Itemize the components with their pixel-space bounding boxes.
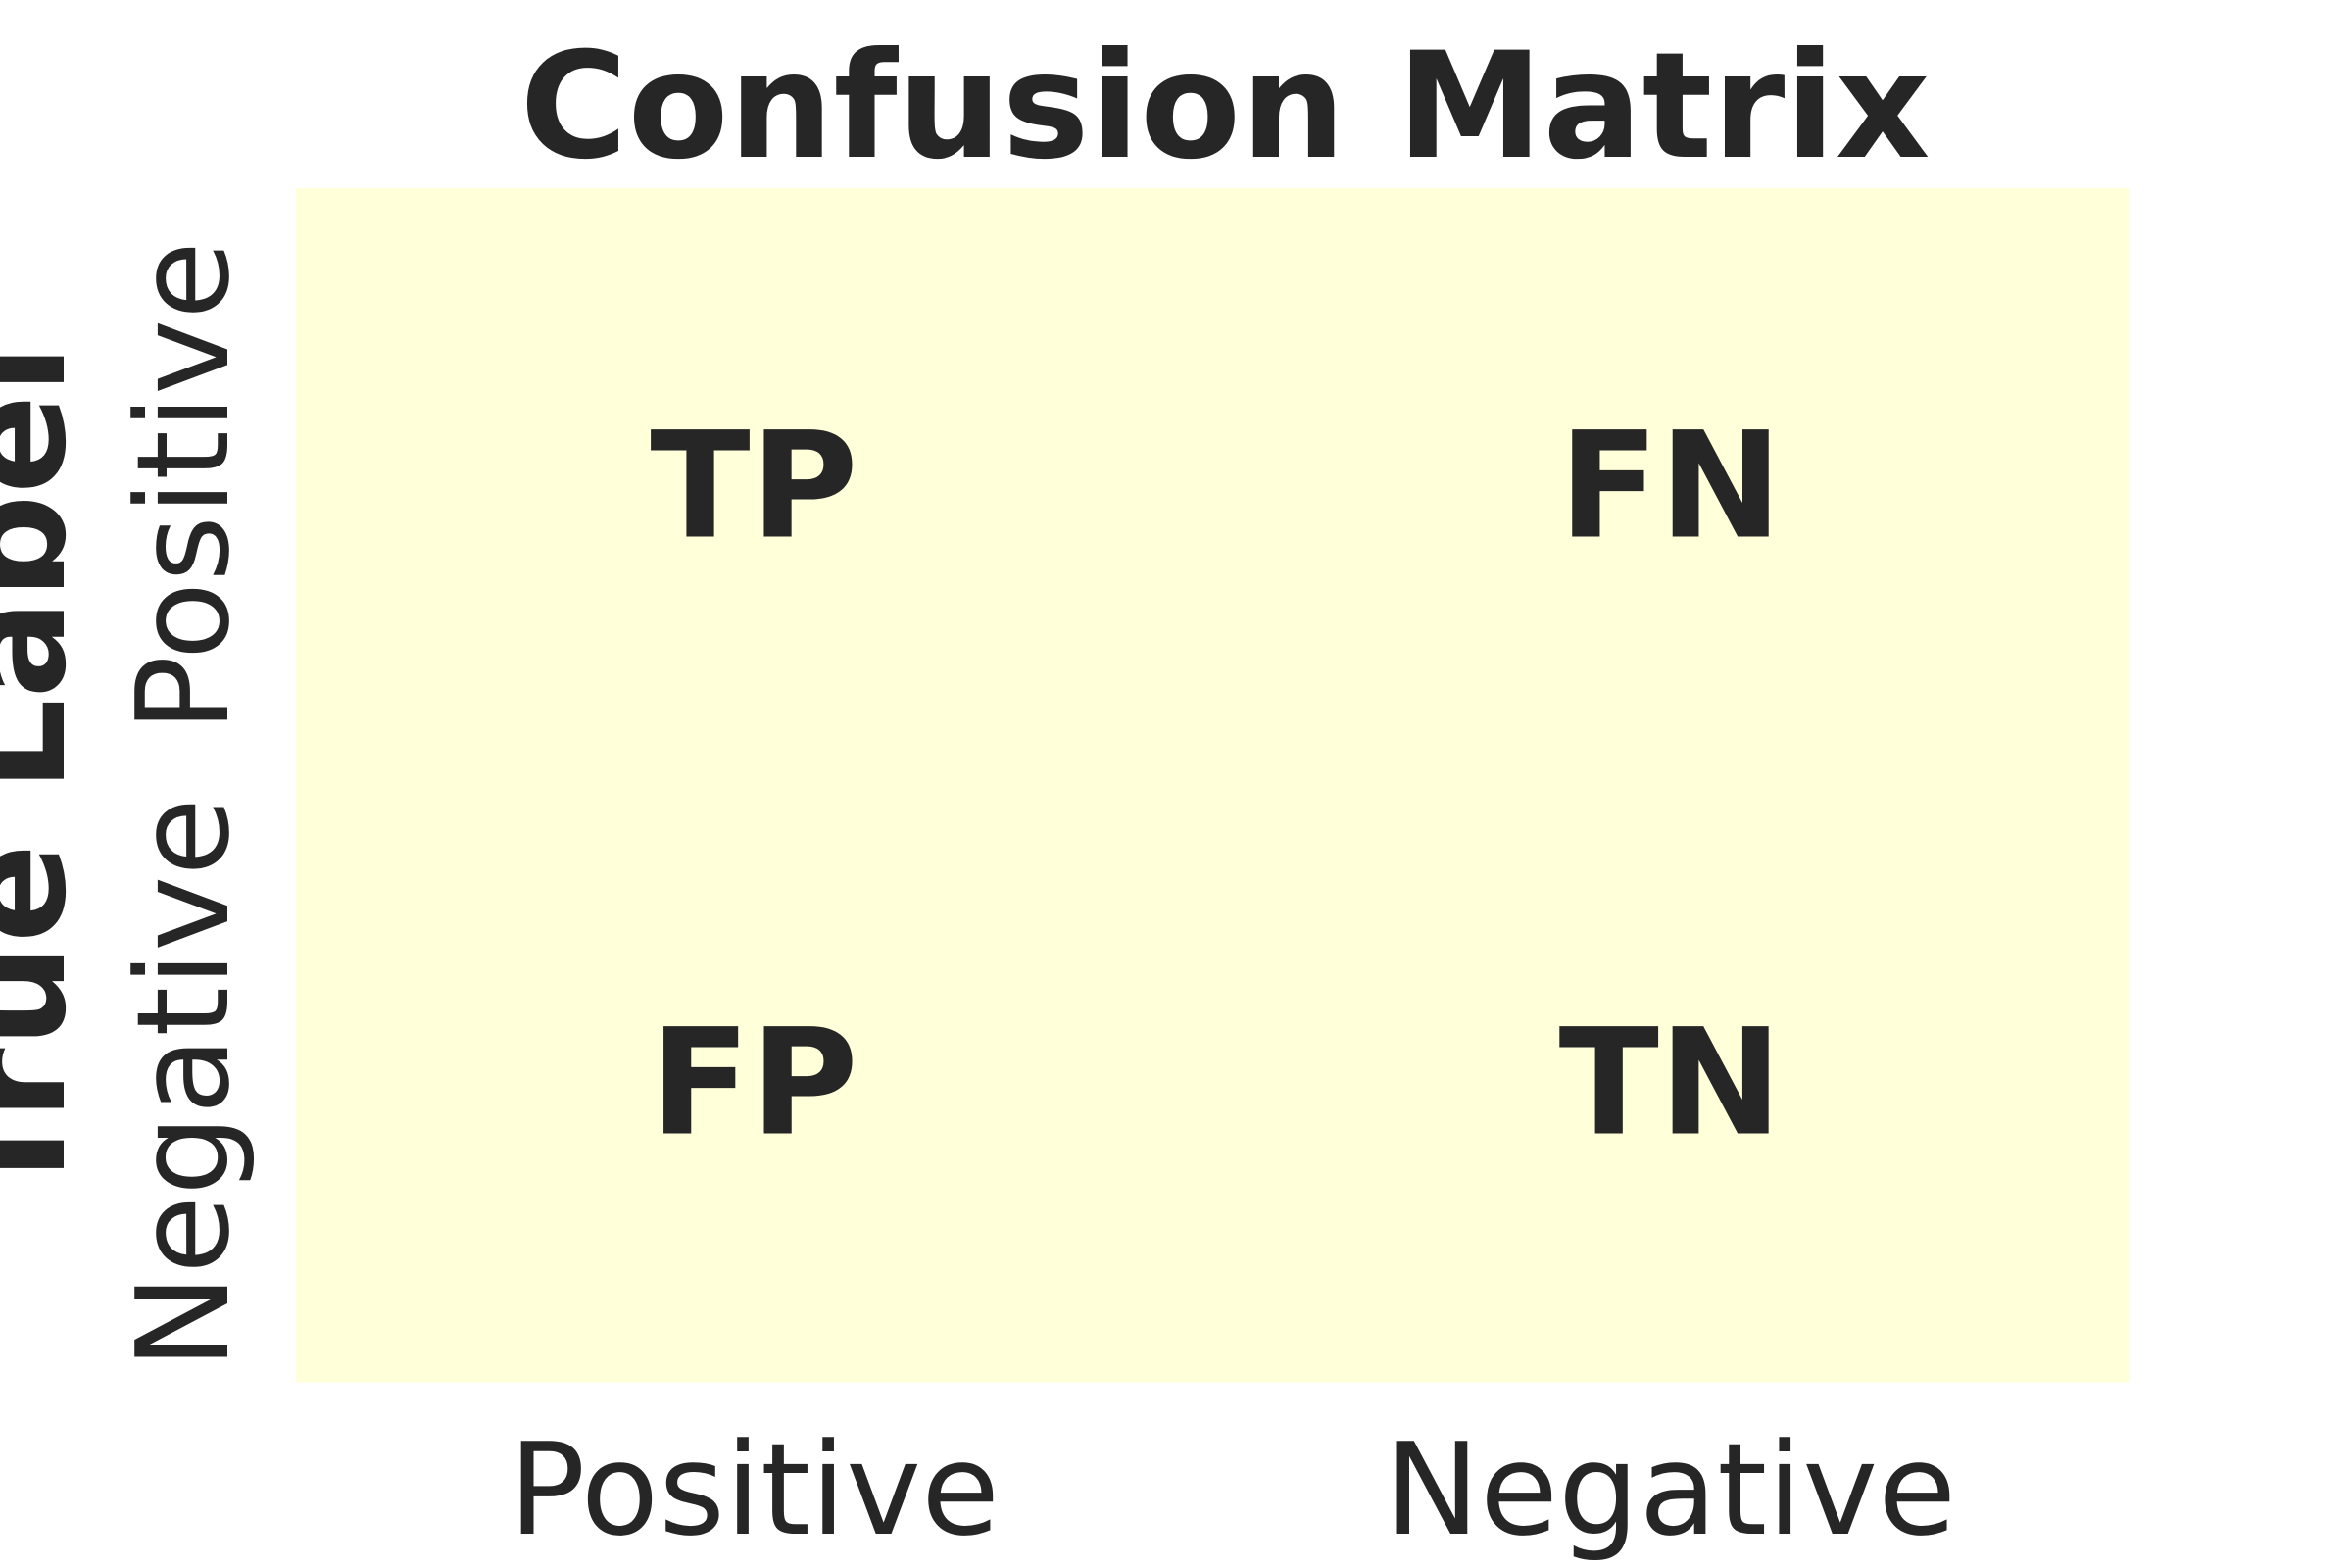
y-tick-negative: Negative xyxy=(109,798,258,1369)
y-tick-positive: Positive xyxy=(109,241,258,732)
cell-label-fp: FP xyxy=(650,999,858,1169)
x-tick-negative: Negative xyxy=(1385,1415,1956,1564)
confusion-matrix-figure: Confusion Matrix TP FN FP TN Positive Negati… xyxy=(0,0,2352,1568)
confusion-matrix-chart: Confusion Matrix TP FN FP TN Positive Negati… xyxy=(0,22,2130,1564)
y-tick-labels: Positive Negative xyxy=(109,241,258,1369)
x-tick-labels: Positive Negative xyxy=(509,1415,1956,1564)
cell-label-tn: TN xyxy=(1559,999,1783,1169)
chart-title: Confusion Matrix xyxy=(519,22,1930,192)
matrix-cells xyxy=(296,188,2130,1383)
cell-label-tp: TP xyxy=(650,402,858,572)
x-tick-positive: Positive xyxy=(509,1415,1000,1564)
y-axis-label: True Label xyxy=(0,344,99,1204)
cell-label-fn: FN xyxy=(1558,402,1782,572)
